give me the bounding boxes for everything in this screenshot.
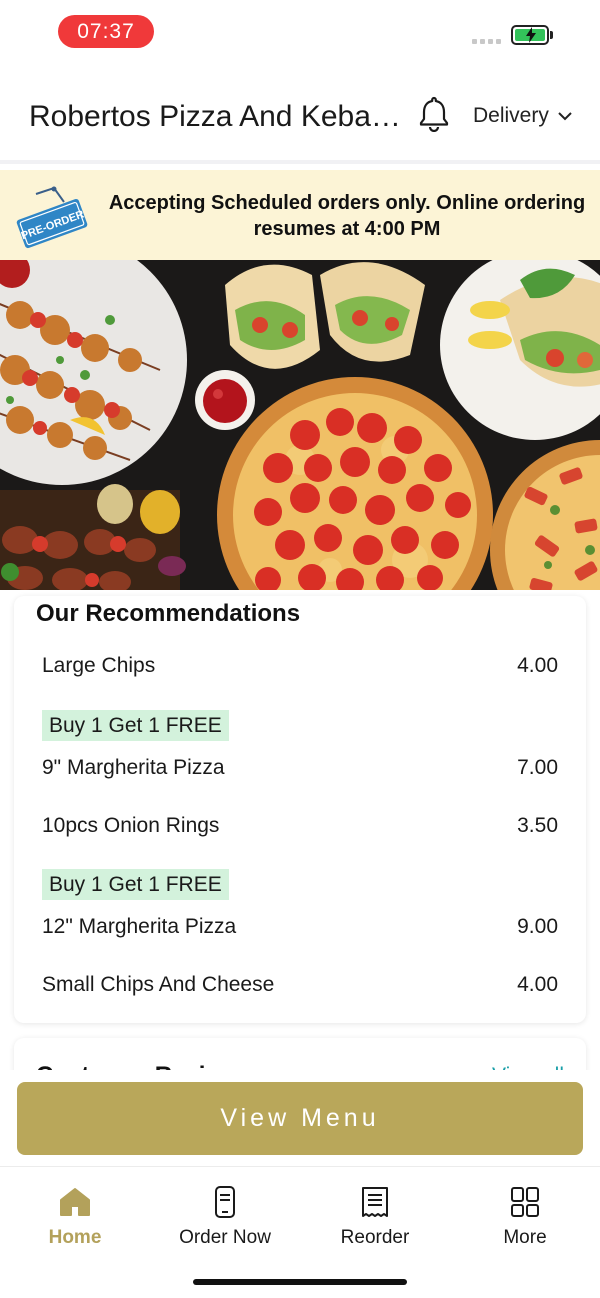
status-time: 07:37 xyxy=(58,15,154,48)
tab-label: Order Now xyxy=(179,1227,271,1248)
tab-home[interactable]: Home xyxy=(0,1185,150,1249)
banner-message: Accepting Scheduled orders only. Online … xyxy=(108,192,586,240)
home-indicator xyxy=(193,1279,407,1285)
recommendations-title: Our Recommendations xyxy=(36,600,301,627)
tab-label: Reorder xyxy=(340,1227,410,1248)
item-price: 9.00 xyxy=(517,915,558,938)
view-menu-button[interactable]: View Menu xyxy=(17,1082,583,1155)
signal-icon xyxy=(472,39,501,44)
chevron-down-icon xyxy=(558,112,572,121)
item-price: 3.50 xyxy=(517,814,558,837)
tab-label: More xyxy=(503,1227,547,1248)
status-bar: 07:37 xyxy=(0,0,600,64)
delivery-mode-select[interactable]: Delivery xyxy=(473,104,573,128)
item-name: Small Chips And Cheese xyxy=(42,973,275,996)
promo-badge: Buy 1 Get 1 FREE xyxy=(42,869,229,900)
tab-label: Home xyxy=(48,1227,102,1248)
item-name: 10pcs Onion Rings xyxy=(42,814,220,837)
restaurant-name: Robertos Pizza And Kebab House xyxy=(29,100,407,133)
delivery-mode-label: Delivery xyxy=(473,104,549,127)
item-price: 7.00 xyxy=(517,756,558,779)
tab-order-now[interactable]: Order Now xyxy=(150,1185,300,1249)
item-name: Large Chips xyxy=(42,654,156,677)
hero-food-image xyxy=(0,260,600,590)
receipt-icon xyxy=(362,1187,388,1217)
item-name: 12" Margherita Pizza xyxy=(42,915,237,938)
home-icon xyxy=(60,1188,90,1216)
grid-icon xyxy=(511,1187,539,1217)
notice-banner: PRE-ORDER Accepting Scheduled orders onl… xyxy=(0,170,600,260)
bell-icon[interactable] xyxy=(418,96,450,132)
promo-badge: Buy 1 Get 1 FREE xyxy=(42,710,229,741)
item-name: 9" Margherita Pizza xyxy=(42,756,225,779)
item-price: 4.00 xyxy=(517,654,558,677)
tab-more[interactable]: More xyxy=(450,1185,600,1249)
app-header: Robertos Pizza And Kebab House Delivery xyxy=(0,64,600,164)
pre-order-tag-icon: PRE-ORDER xyxy=(16,186,88,249)
tab-reorder[interactable]: Reorder xyxy=(300,1185,450,1249)
item-price: 4.00 xyxy=(517,973,558,996)
battery-icon xyxy=(511,25,549,45)
recommendations-card: Our Recommendations Large Chips 4.00 Buy… xyxy=(14,596,586,1023)
order-now-icon xyxy=(215,1186,235,1218)
